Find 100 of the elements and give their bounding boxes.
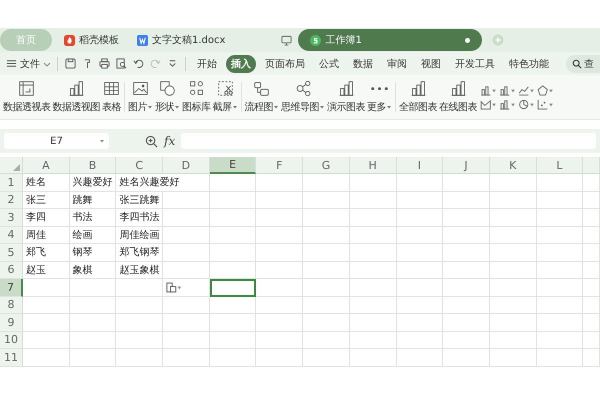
ribbon-button[interactable]: 流程图 (244, 80, 280, 114)
table-cell (490, 192, 537, 209)
menu-tab[interactable]: 审阅 (382, 54, 412, 72)
row-header[interactable]: 10 (0, 332, 23, 349)
table-cell (443, 332, 490, 349)
save-icon[interactable] (65, 58, 76, 69)
column-header[interactable]: J (443, 157, 490, 174)
table-cell (350, 244, 396, 262)
table-cell (210, 262, 256, 279)
row-header[interactable]: 8 (0, 296, 23, 314)
menu-tab[interactable]: 插入 (226, 54, 256, 72)
table-cell (490, 226, 537, 244)
table-cell (303, 349, 350, 366)
table-cell (163, 209, 210, 226)
paste-options-icon[interactable] (166, 282, 182, 293)
print-preview-icon[interactable] (116, 58, 127, 69)
ribbon-button[interactable]: 图标库 (181, 80, 212, 114)
row-header[interactable]: 5 (0, 244, 23, 262)
table-cell (583, 332, 600, 349)
column-header[interactable]: L (536, 157, 584, 174)
name-box[interactable]: E7 (4, 133, 109, 149)
document-tab[interactable]: 稻壳模板 (58, 29, 125, 51)
row-header[interactable]: 9 (0, 314, 23, 332)
column-header[interactable]: C (116, 157, 164, 174)
customize-icon[interactable] (167, 58, 178, 69)
search-field[interactable]: 查 (566, 54, 600, 72)
column-header[interactable]: B (70, 157, 116, 174)
ribbon-button[interactable]: 数据透视表 (2, 80, 52, 114)
file-menu[interactable]: 文件 (6, 56, 51, 70)
row-header[interactable]: 4 (0, 226, 23, 244)
column-header[interactable]: E (210, 157, 256, 174)
table-cell (396, 192, 444, 209)
document-tab[interactable]: 工作簿1 (298, 29, 482, 51)
table-cell (350, 279, 396, 296)
table-cell (536, 314, 584, 332)
menu-tab[interactable]: 公式 (314, 54, 344, 72)
print-icon[interactable] (99, 58, 110, 69)
pie-chart-icon[interactable] (518, 98, 535, 110)
scissors-icon (216, 80, 234, 97)
table-cell: 郑飞钢琴 (116, 244, 164, 262)
ribbon-button[interactable]: 表格 (101, 80, 122, 114)
triangle-icon (13, 164, 20, 171)
row-header[interactable]: 11 (0, 349, 23, 366)
ribbon-button[interactable]: 全部图表 (398, 80, 438, 114)
table-cell (443, 349, 490, 366)
row-header[interactable]: 7 (0, 279, 23, 296)
ribbon-button[interactable]: 数据透视图 (52, 80, 101, 114)
bar-chart-icon[interactable] (499, 98, 516, 110)
table-cell (536, 209, 584, 226)
ribbon-button[interactable]: 更多 (366, 80, 393, 114)
picture-icon (132, 80, 149, 97)
row-header[interactable]: 2 (0, 192, 23, 209)
table-cell (210, 209, 256, 226)
line-chart-icon[interactable] (518, 84, 535, 96)
table-cell (163, 349, 210, 366)
ribbon-button[interactable]: 截屏 (212, 80, 238, 114)
table-cell (396, 332, 444, 349)
column-header[interactable]: K (490, 157, 537, 174)
menu-tab[interactable]: 视图 (416, 54, 446, 72)
document-tab[interactable]: 文字文稿1.docx (131, 29, 232, 51)
undo-icon[interactable] (133, 58, 144, 69)
column-header[interactable]: H (350, 157, 396, 174)
menu-tab[interactable]: 页面布局 (260, 54, 310, 72)
function-label[interactable]: fx (164, 134, 176, 148)
table-cell (396, 314, 444, 332)
table-cell (256, 192, 304, 209)
table-cell (583, 279, 600, 296)
unsaved-dot (465, 38, 470, 42)
table-cell: 郑飞 (23, 244, 70, 262)
scatter-chart-icon[interactable] (537, 98, 554, 110)
table-cell (163, 192, 210, 209)
bar-chart-icon[interactable] (499, 84, 516, 96)
area-chart-icon[interactable] (480, 98, 497, 110)
monitor-icon[interactable] (281, 34, 292, 46)
table-cell: 象棋 (70, 262, 116, 279)
menu-tab[interactable]: 数据 (348, 54, 378, 72)
zoom-icon[interactable] (145, 134, 158, 148)
row-header[interactable]: 3 (0, 209, 23, 226)
ribbon-button[interactable]: 图片 (127, 80, 154, 114)
column-header[interactable]: A (23, 157, 70, 174)
ribbon-button[interactable]: 思维导图 (280, 80, 326, 114)
column-header[interactable]: I (396, 157, 444, 174)
column-header[interactable]: D (163, 157, 210, 174)
radar-chart-icon[interactable] (537, 84, 554, 96)
menu-tab[interactable]: 开始 (192, 54, 222, 72)
table-cell (350, 226, 396, 244)
table-cell (256, 209, 304, 226)
ribbon-button[interactable]: 形状 (154, 80, 181, 114)
table-cell (23, 296, 70, 314)
ribbon-button[interactable]: 在线图表 (438, 80, 478, 114)
row-header[interactable]: 1 (0, 174, 23, 192)
selected-cell[interactable] (210, 279, 256, 296)
row-header[interactable]: 6 (0, 262, 23, 279)
menu-icon (6, 58, 17, 69)
menu-tab[interactable]: 开发工具 (450, 54, 500, 72)
bar-chart-icon[interactable] (480, 84, 497, 96)
menu-tab[interactable]: 特色功能 (504, 54, 554, 72)
ribbon-button[interactable]: 演示图表 (326, 80, 366, 114)
column-header[interactable]: G (303, 157, 350, 174)
column-header[interactable]: F (256, 157, 304, 174)
